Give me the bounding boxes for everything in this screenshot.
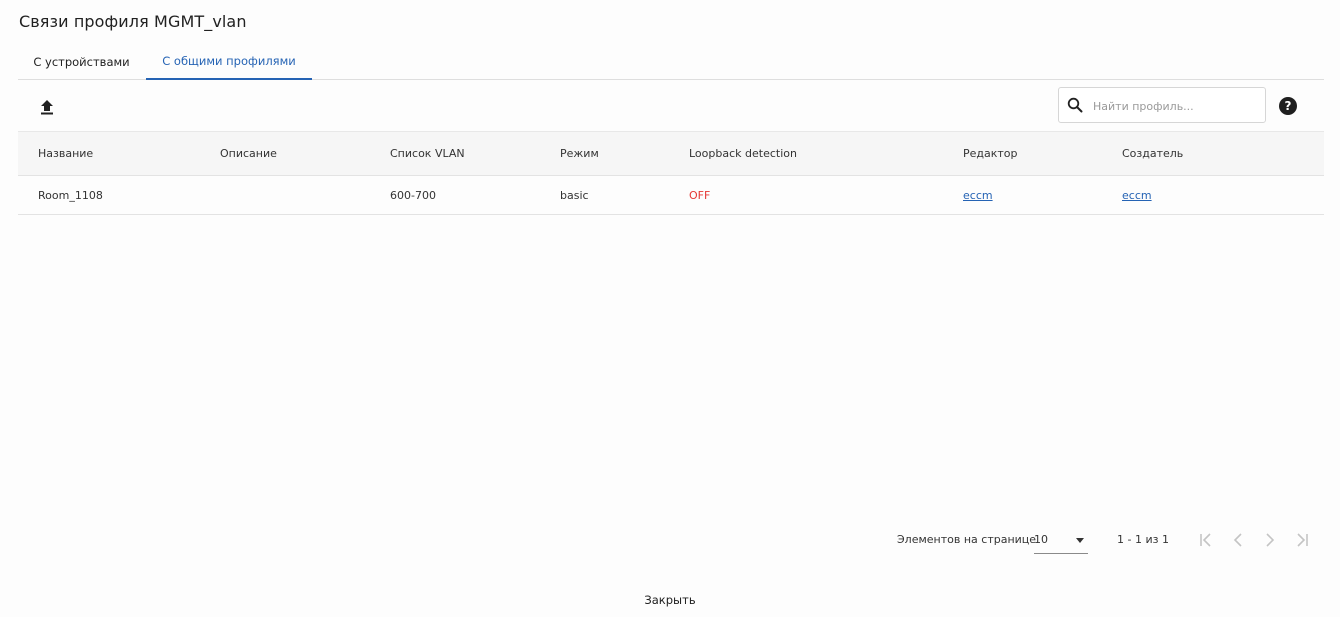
first-page-icon[interactable] <box>1197 531 1215 549</box>
next-page-icon[interactable] <box>1261 531 1279 549</box>
column-header-vlan-list[interactable]: Список VLAN <box>390 132 465 175</box>
column-header-loopback[interactable]: Loopback detection <box>689 132 797 175</box>
chevron-down-icon <box>1076 538 1084 543</box>
column-header-creator[interactable]: Создатель <box>1122 132 1183 175</box>
column-header-name[interactable]: Название <box>38 132 93 175</box>
tab-devices[interactable]: С устройствами <box>18 44 145 80</box>
profiles-table: Название Описание Список VLAN Режим Loop… <box>18 131 1324 215</box>
page-size-value: 10 <box>1034 533 1048 546</box>
editor-link[interactable]: eccm <box>963 176 993 214</box>
help-icon[interactable]: ? <box>1279 97 1297 115</box>
tab-bar: С устройствами С общими профилями <box>18 44 1324 80</box>
cell-mode: basic <box>560 188 589 202</box>
table-row[interactable]: Room_1108 600-700 basic OFF eccm eccm <box>18 176 1324 215</box>
upload-icon <box>41 100 53 115</box>
last-page-icon[interactable] <box>1293 531 1311 549</box>
close-button[interactable]: Закрыть <box>630 587 710 613</box>
page-range: 1 - 1 из 1 <box>1117 533 1169 546</box>
creator-link[interactable]: eccm <box>1122 176 1152 214</box>
cell-loopback-status: OFF <box>689 188 711 202</box>
column-header-mode[interactable]: Режим <box>560 132 599 175</box>
cell-name: Room_1108 <box>38 188 103 202</box>
upload-button[interactable] <box>36 96 58 118</box>
toolbar: ? <box>18 84 1324 130</box>
cell-vlan-list: 600-700 <box>390 188 436 202</box>
dialog-title: Связи профиля MGMT_vlan <box>19 12 247 31</box>
tab-shared-profiles[interactable]: С общими профилями <box>146 44 312 80</box>
items-per-page-label: Элементов на странице <box>897 533 1037 546</box>
table-header: Название Описание Список VLAN Режим Loop… <box>18 131 1324 176</box>
search-icon <box>1067 97 1083 113</box>
page-size-select[interactable]: 10 <box>1034 526 1088 554</box>
column-header-description[interactable]: Описание <box>220 132 277 175</box>
column-header-editor[interactable]: Редактор <box>963 132 1018 175</box>
search-input[interactable] <box>1093 96 1257 116</box>
search-field[interactable] <box>1058 87 1266 123</box>
previous-page-icon[interactable] <box>1229 531 1247 549</box>
paginator: Элементов на странице 10 1 - 1 из 1 <box>0 526 1340 554</box>
